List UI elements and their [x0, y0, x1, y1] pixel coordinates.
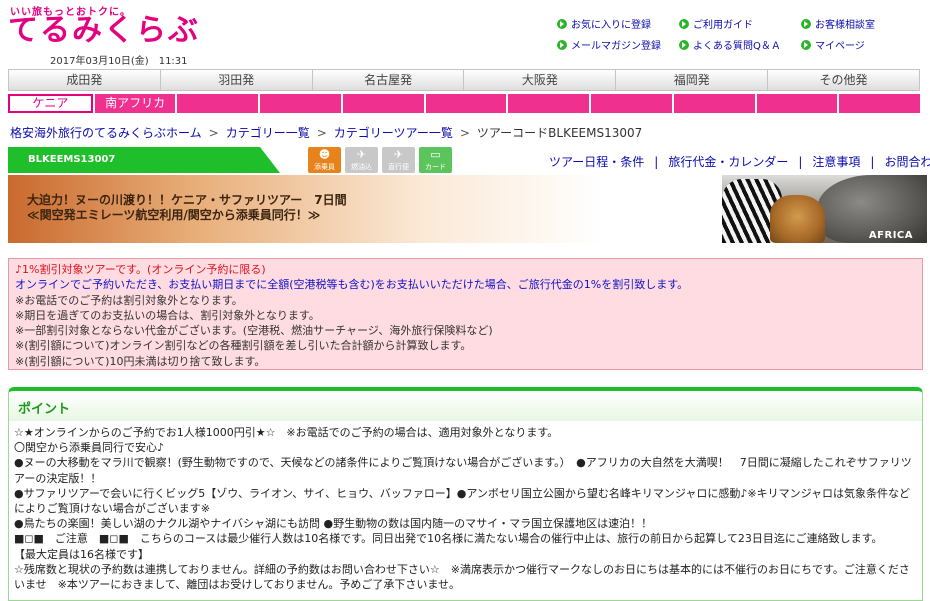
point-line: ●鳥たちの楽園！美しい湖のナクル湖やナイバシャ湖にも訪問 ●野生動物の数は国内随…: [14, 517, 653, 531]
breadcrumb-home[interactable]: 格安海外旅行のてるみくらぶホーム: [10, 126, 202, 140]
discount-note: ※(割引額について)オンライン割引などの各種割引額を差し引いた合計額から計算致し…: [15, 339, 472, 353]
country-tab-empty: [342, 94, 426, 113]
country-tab-empty: [260, 94, 343, 113]
price-calendar-link[interactable]: 旅行代金・カレンダー: [668, 155, 788, 169]
tour-title-line1: 大迫力！ヌーの川渡り！！ケニア・サファリツアー 7日間: [27, 193, 347, 207]
favorite-link[interactable]: お気に入りに登録: [557, 16, 679, 31]
site-header: いい旅もっとおトクに。 てるみくらぶ 2017年03月10日(金) 11:31 …: [0, 0, 930, 68]
departure-tab-fukuoka[interactable]: 福岡発: [616, 69, 769, 91]
site-logo[interactable]: てるみくらぶ: [8, 14, 200, 48]
discount-description: オンラインでご予約いただき、お支払い期日までに全額(空港税等も含む)をお支払いい…: [15, 278, 689, 292]
discount-note: ※期日を過ぎてのお支払いの場合は、割引対象外となります。: [15, 308, 320, 322]
fuel-included-icon: ✈ 燃油込: [345, 147, 378, 173]
green-arrow-icon: [679, 18, 689, 29]
departure-tab-haneda[interactable]: 羽田発: [160, 69, 313, 91]
country-tab-empty: [591, 94, 674, 113]
point-section-body: ☆★オンラインからのご予約でお1人様1000円引★☆ ※お電話でのご予約の場合は…: [8, 421, 923, 601]
point-line: ■◻■ ご注意 ■◻■ こちらのコースは最少催行人数は10名様です。同日出発で1…: [14, 532, 883, 546]
breadcrumb: 格安海外旅行のてるみくらぶホーム > カテゴリー一覧 > カテゴリーツアー一覧 > ツアーコ…: [10, 124, 642, 141]
country-tab-empty: [177, 94, 261, 113]
departure-nav: 成田発 羽田発 名古屋発 大阪発 福岡発 その他発: [8, 69, 920, 91]
lion-shape: [770, 195, 825, 243]
faq-link[interactable]: よくある質問Q＆Ａ: [679, 37, 801, 52]
country-tab-kenya[interactable]: ケニア: [8, 94, 93, 113]
schedule-conditions-link[interactable]: ツアー日程・条件: [549, 155, 644, 169]
green-arrow-icon: [801, 39, 811, 50]
discount-note: ※お電話でのご予約は割引対象外となります。: [15, 293, 243, 307]
point-line: ●ヌーの大移動をマラ川で観察！(野生動物ですので、天候などの諸条件によりご覧頂け…: [14, 456, 912, 485]
point-line: 〇関空から添乗員同行で安心♪: [14, 441, 165, 455]
tour-feature-icons: ☻ 添乗員 ✈ 燃油込 ✈ 直行便 ▭ カード: [308, 147, 452, 173]
green-arrow-icon: [679, 39, 689, 50]
green-arrow-icon: [557, 39, 567, 50]
tour-code-label: BLKEEMS13007: [8, 147, 280, 173]
africa-label: AFRICA: [868, 230, 913, 241]
usage-guide-link[interactable]: ご利用ガイド: [679, 16, 801, 31]
customer-support-link[interactable]: お客様相談室: [801, 16, 923, 31]
point-line: ☆残席数と現状の予約数は連携しておりません。詳細の予約数はお問い合わせ下さい☆ …: [14, 562, 910, 592]
breadcrumb-separator-icon: >: [316, 126, 327, 140]
discount-notice: ♪1%割引対象ツアーです。(オンライン予約に限る) オンラインでご予約いただき、…: [8, 258, 923, 370]
header-links: お気に入りに登録 ご利用ガイド お客様相談室 メールマガジン登録 よくある質問Q…: [557, 16, 927, 52]
country-tab-empty: [839, 94, 921, 113]
country-tab-empty: [425, 94, 509, 113]
country-tab-empty: [756, 94, 840, 113]
tour-section-links: ツアー日程・条件|旅行代金・カレンダー|注意事項|お問合わせ: [549, 153, 930, 170]
green-arrow-icon: [801, 18, 811, 29]
breadcrumb-separator-icon: >: [208, 126, 219, 140]
point-line: ●サファリツアーで会いに行くビッグ5【ゾウ、ライオン、サイ、ヒョウ、バッファロー…: [14, 486, 911, 516]
country-tab-empty: [673, 94, 757, 113]
card-payment-icon: ▭ カード: [419, 147, 452, 173]
breadcrumb-current: ツアーコードBLKEEMS13007: [476, 126, 643, 140]
discount-note: ※一部割引対象とならない代金がございます。(空港税、燃油サーチャージ、海外旅行保…: [15, 324, 493, 338]
inquiry-link[interactable]: お問合わせ: [884, 155, 930, 169]
breadcrumb-category-tours[interactable]: カテゴリーツアー一覧: [334, 126, 453, 140]
discount-note: ※(割引額について)10円未満は切り捨て致します。: [15, 354, 266, 368]
mypage-link[interactable]: マイページ: [801, 37, 923, 52]
breadcrumb-separator-icon: >: [459, 126, 470, 140]
tour-title-line2: ≪関空発エミレーツ航空利用/関空から添乗員同行！≫: [27, 208, 321, 222]
departure-tab-narita[interactable]: 成田発: [8, 69, 161, 91]
country-tab-south-africa[interactable]: 南アフリカ: [94, 94, 178, 113]
tour-title-banner: 大迫力！ヌーの川渡り！！ケニア・サファリツアー 7日間 ≪関空発エミレーツ航空利…: [8, 175, 927, 243]
breadcrumb-category-list[interactable]: カテゴリー一覧: [226, 126, 310, 140]
point-section-title: ポイント: [18, 402, 71, 417]
country-tab-empty: [508, 94, 592, 113]
notes-link[interactable]: 注意事項: [812, 155, 860, 169]
tour-guide-icon: ☻ 添乗員: [308, 147, 341, 173]
direct-flight-icon: ✈ 直行便: [382, 147, 415, 173]
departure-tab-nagoya[interactable]: 名古屋発: [312, 69, 465, 91]
departure-tab-osaka[interactable]: 大阪発: [464, 69, 617, 91]
newsletter-link[interactable]: メールマガジン登録: [557, 37, 679, 52]
point-line: 【最大定員は16名様です】: [14, 547, 149, 561]
country-tabs: ケニア 南アフリカ: [8, 94, 921, 113]
current-datetime: 2017年03月10日(金) 11:31: [50, 56, 188, 67]
point-line: ☆★オンラインからのご予約でお1人様1000円引★☆ ※お電話でのご予約の場合は…: [14, 426, 559, 439]
departure-tab-other[interactable]: その他発: [768, 69, 920, 91]
point-section-header: ポイント: [8, 387, 923, 421]
tour-title: 大迫力！ヌーの川渡り！！ケニア・サファリツアー 7日間 ≪関空発エミレーツ航空利…: [27, 193, 347, 223]
green-arrow-icon: [557, 18, 567, 29]
discount-headline: ♪1%割引対象ツアーです。(オンライン予約に限る): [15, 263, 266, 276]
africa-wildlife-image: AFRICA: [722, 175, 927, 243]
